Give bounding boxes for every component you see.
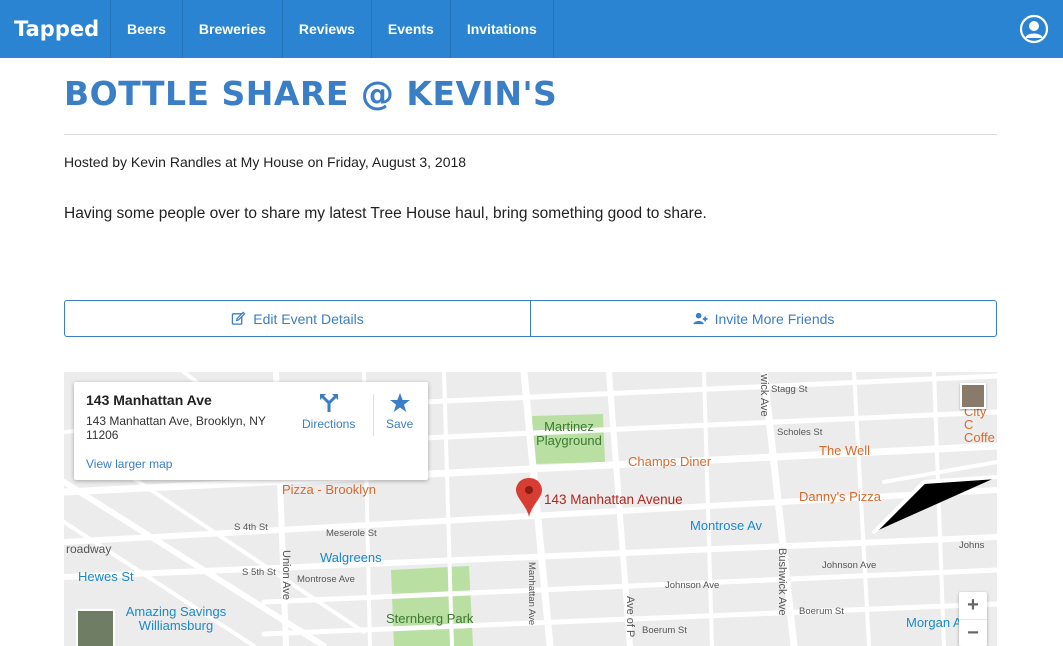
place-sternberg-park[interactable]: Sternberg Park xyxy=(386,611,473,626)
street-label: Manhattan Ave xyxy=(526,562,537,626)
directions-button[interactable]: Directions xyxy=(302,392,355,431)
edit-event-label: Edit Event Details xyxy=(253,310,364,327)
nav-item-beers[interactable]: Beers xyxy=(110,0,182,58)
street-label: wick Ave xyxy=(758,374,770,417)
street-label: Boerum St xyxy=(799,606,844,617)
street-label: Johns xyxy=(959,540,985,551)
place-walgreens[interactable]: Walgreens xyxy=(320,550,382,565)
street-view-thumbnail[interactable] xyxy=(76,609,115,646)
street-label: roadway xyxy=(66,542,112,556)
place-city-coffee[interactable]: City C Coffe xyxy=(964,405,997,444)
street-label: Bushwick Ave xyxy=(776,548,788,616)
page-title: BOTTLE SHARE @ KEVIN'S xyxy=(64,74,558,113)
street-label: Union Ave xyxy=(280,550,292,600)
user-circle-icon[interactable] xyxy=(1019,14,1049,44)
event-map[interactable]: Stagg St Scholes St Meserole St Montrose… xyxy=(64,372,997,646)
place-dannys-pizza[interactable]: Danny's Pizza xyxy=(799,489,881,504)
nav-item-reviews[interactable]: Reviews xyxy=(281,0,371,58)
avatar[interactable] xyxy=(960,383,986,409)
nav-item-events[interactable]: Events xyxy=(370,0,450,58)
star-icon xyxy=(389,393,410,412)
edit-event-button[interactable]: Edit Event Details xyxy=(65,301,530,336)
map-pin-label[interactable]: 143 Manhattan Avenue xyxy=(544,492,683,507)
zoom-out-button[interactable]: − xyxy=(959,619,987,646)
directions-label: Directions xyxy=(302,417,356,431)
top-navbar: Tapped Beers Breweries Reviews Events In… xyxy=(0,0,1063,58)
street-label: Stagg St xyxy=(771,384,808,395)
event-actions: Edit Event Details Invite More Friends xyxy=(64,300,997,337)
street-label: Johnson Ave xyxy=(665,580,720,591)
divider xyxy=(64,134,997,135)
street-label: Ave of P xyxy=(624,596,636,638)
place-amazing-savings[interactable]: Amazing Savings Williamsburg xyxy=(120,605,232,633)
map-place-card: 143 Manhattan Ave 143 Manhattan Ave, Bro… xyxy=(74,382,428,480)
place-hewes-st-station[interactable]: Hewes St xyxy=(78,569,134,584)
place-morgan-station[interactable]: Morgan A xyxy=(906,615,962,630)
save-label: Save xyxy=(386,417,414,431)
divider xyxy=(373,394,374,436)
brand-logo[interactable]: Tapped xyxy=(0,0,110,58)
user-plus-icon xyxy=(693,312,708,325)
directions-icon xyxy=(319,394,338,412)
street-label: Scholes St xyxy=(777,427,823,438)
invite-friends-label: Invite More Friends xyxy=(714,310,835,327)
street-label: Meserole St xyxy=(326,528,377,539)
street-label: S 4th St xyxy=(234,522,268,533)
street-label: Johnson Ave xyxy=(822,560,877,571)
event-host-line: Hosted by Kevin Randles at My House on F… xyxy=(64,154,467,170)
view-larger-map-link[interactable]: View larger map xyxy=(86,457,172,471)
place-montrose-av-station[interactable]: Montrose Av xyxy=(690,518,762,533)
map-zoom-control: + − xyxy=(959,592,987,646)
place-pizza-brooklyn[interactable]: Pizza - Brooklyn xyxy=(282,482,376,497)
place-champs-diner[interactable]: Champs Diner xyxy=(628,454,711,469)
place-card-title: 143 Manhattan Ave xyxy=(86,392,212,408)
event-description: Having some people over to share my late… xyxy=(64,205,707,222)
save-place-button[interactable]: Save xyxy=(386,392,413,431)
edit-icon xyxy=(232,311,246,325)
place-the-well[interactable]: The Well xyxy=(819,443,870,458)
street-label: Montrose Ave xyxy=(297,574,355,585)
place-martinez-playground[interactable]: Martinez Playground xyxy=(536,420,602,448)
place-card-address: 143 Manhattan Ave, Brooklyn, NY 11206 xyxy=(86,414,266,442)
street-label: Boerum St xyxy=(642,625,687,636)
nav-item-invitations[interactable]: Invitations xyxy=(449,0,554,58)
nav-item-breweries[interactable]: Breweries xyxy=(181,0,282,58)
invite-friends-button[interactable]: Invite More Friends xyxy=(530,301,996,336)
street-label: S 5th St xyxy=(242,567,276,578)
zoom-in-button[interactable]: + xyxy=(959,592,987,619)
